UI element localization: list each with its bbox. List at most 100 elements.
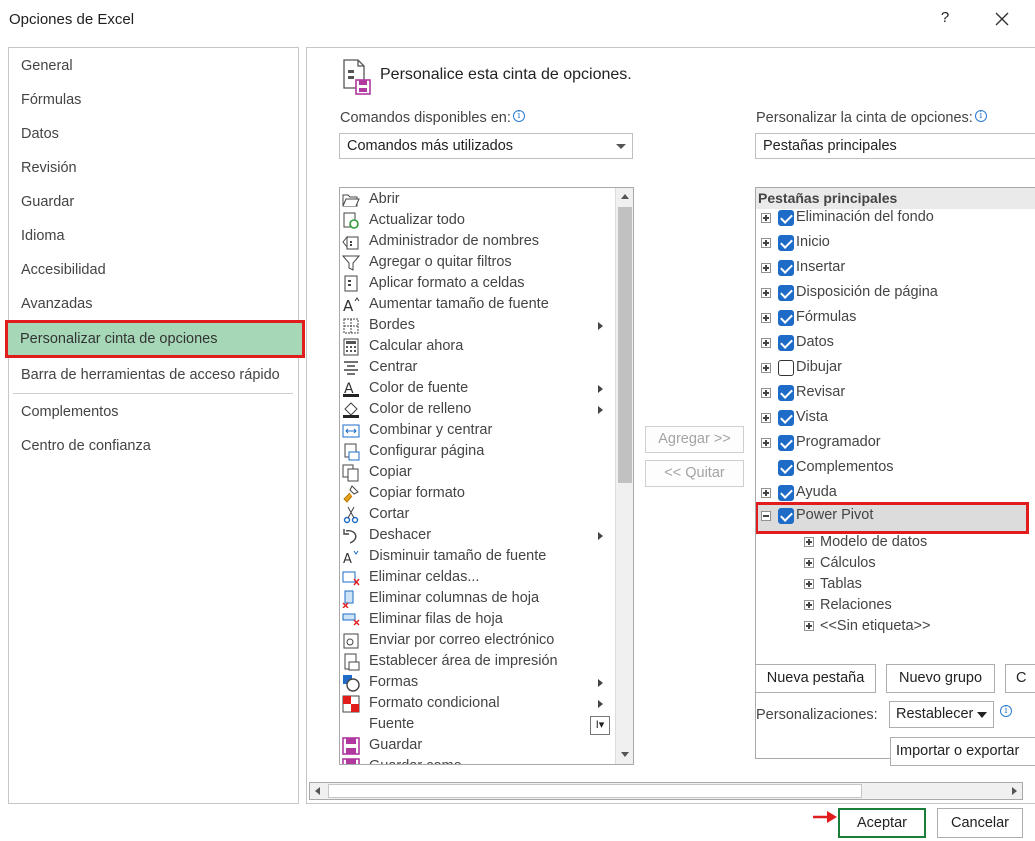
command-item[interactable]: Deshacer	[340, 526, 612, 547]
checkbox-unchecked[interactable]	[778, 360, 794, 376]
expand-icon[interactable]	[804, 600, 814, 610]
tree-tab-item[interactable]: Inicio	[756, 232, 1035, 256]
commands-source-select[interactable]: Comandos más utilizados	[339, 133, 633, 159]
scroll-down-arrow[interactable]	[617, 747, 633, 763]
ok-button[interactable]: Aceptar	[838, 808, 926, 838]
expand-icon[interactable]	[761, 338, 771, 348]
checkbox-checked[interactable]	[778, 485, 794, 501]
tree-tab-item[interactable]: Dibujar	[756, 357, 1035, 381]
rename-button[interactable]: C	[1005, 664, 1035, 693]
expand-icon[interactable]	[761, 213, 771, 223]
command-item[interactable]: Administrador de nombres	[340, 232, 612, 253]
scroll-up-arrow[interactable]	[617, 189, 633, 205]
checkbox-checked[interactable]	[778, 435, 794, 451]
nav-item-addins[interactable]: Complementos	[9, 395, 298, 429]
checkbox-checked[interactable]	[778, 410, 794, 426]
tree-tab-item[interactable]: Disposición de página	[756, 282, 1035, 306]
command-item[interactable]: Cortar	[340, 505, 612, 526]
command-item[interactable]: A Disminuir tamaño de fuente	[340, 547, 612, 568]
panel-horizontal-scrollbar[interactable]	[309, 782, 1023, 800]
ribbon-tabs-select[interactable]: Pestañas principales	[755, 133, 1035, 159]
commands-scrollbar[interactable]	[615, 188, 633, 764]
command-item[interactable]: Eliminar filas de hoja	[340, 610, 612, 631]
command-item[interactable]: Enviar por correo electrónico	[340, 631, 612, 652]
expand-icon[interactable]	[804, 537, 814, 547]
checkbox-checked[interactable]	[778, 385, 794, 401]
checkbox-checked[interactable]	[778, 310, 794, 326]
command-item[interactable]: Formas	[340, 673, 612, 694]
command-item[interactable]: Aplicar formato a celdas	[340, 274, 612, 295]
command-item[interactable]: A Aumentar tamaño de fuente	[340, 295, 612, 316]
command-item[interactable]: Agregar o quitar filtros	[340, 253, 612, 274]
command-item[interactable]: Abrir	[340, 190, 612, 211]
tree-tab-item[interactable]: Programador	[756, 432, 1035, 456]
command-item[interactable]: Formato condicional	[340, 694, 612, 715]
scroll-right-arrow[interactable]	[1006, 783, 1022, 799]
command-item[interactable]: A Color de fuente	[340, 379, 612, 400]
expand-icon[interactable]	[761, 388, 771, 398]
command-item[interactable]: Actualizar todo	[340, 211, 612, 232]
new-group-button[interactable]: Nuevo grupo	[886, 664, 995, 693]
tree-tab-item[interactable]: Revisar	[756, 382, 1035, 406]
info-icon[interactable]: i	[512, 110, 525, 122]
expand-icon[interactable]	[761, 488, 771, 498]
add-button[interactable]: Agregar >>	[645, 426, 744, 453]
nav-item-language[interactable]: Idioma	[9, 219, 298, 253]
checkbox-checked[interactable]	[778, 210, 794, 226]
checkbox-checked[interactable]	[778, 260, 794, 276]
checkbox-checked[interactable]	[778, 235, 794, 251]
expand-icon[interactable]	[804, 621, 814, 631]
command-item[interactable]: Color de relleno	[340, 400, 612, 421]
command-item[interactable]: Establecer área de impresión	[340, 652, 612, 673]
tree-tab-item[interactable]: Eliminación del fondo	[756, 207, 1035, 231]
command-item[interactable]: Centrar	[340, 358, 612, 379]
nav-item-accessibility[interactable]: Accesibilidad	[9, 253, 298, 287]
expand-icon[interactable]	[761, 238, 771, 248]
commands-list[interactable]: Abrir Actualizar todo Administrador de nom…	[339, 187, 634, 765]
tree-tab-item[interactable]: Vista	[756, 407, 1035, 431]
scroll-left-arrow[interactable]	[310, 783, 326, 799]
command-item[interactable]: Guardar como	[340, 757, 612, 764]
expand-icon[interactable]	[761, 263, 771, 273]
nav-item-trust-center[interactable]: Centro de confianza	[9, 429, 298, 463]
expand-icon[interactable]	[761, 413, 771, 423]
help-button[interactable]: ?	[935, 9, 955, 29]
expand-icon[interactable]	[761, 313, 771, 323]
tree-tab-item[interactable]: Power Pivot	[756, 502, 1029, 534]
nav-item-save[interactable]: Guardar	[9, 185, 298, 219]
tree-tab-item[interactable]: Ayuda	[756, 482, 1035, 506]
command-item[interactable]: Fuente I▾	[340, 715, 612, 736]
command-item[interactable]: Bordes	[340, 316, 612, 337]
nav-item-advanced[interactable]: Avanzadas	[9, 287, 298, 321]
nav-item-data[interactable]: Datos	[9, 117, 298, 151]
checkbox-checked[interactable]	[778, 508, 794, 524]
scroll-thumb[interactable]	[618, 207, 632, 483]
checkbox-checked[interactable]	[778, 460, 794, 476]
tree-group-item[interactable]: <<Sin etiqueta>>	[756, 618, 1035, 642]
command-item[interactable]: Eliminar columnas de hoja	[340, 589, 612, 610]
checkbox-checked[interactable]	[778, 335, 794, 351]
reset-dropdown-button[interactable]: Restablecer	[889, 701, 994, 728]
expand-icon[interactable]	[804, 558, 814, 568]
command-item[interactable]: Copiar formato	[340, 484, 612, 505]
expand-icon[interactable]	[804, 579, 814, 589]
nav-item-quick-access-toolbar[interactable]: Barra de herramientas de acceso rápido	[9, 358, 298, 392]
horizontal-scroll-thumb[interactable]	[328, 784, 862, 798]
tree-tab-item[interactable]: Datos	[756, 332, 1035, 356]
command-item[interactable]: Copiar	[340, 463, 612, 484]
command-item[interactable]: Calcular ahora	[340, 337, 612, 358]
command-item[interactable]: Configurar página	[340, 442, 612, 463]
tree-tab-item[interactable]: Complementos	[756, 457, 1035, 481]
nav-item-review[interactable]: Revisión	[9, 151, 298, 185]
command-item[interactable]: Eliminar celdas...	[340, 568, 612, 589]
checkbox-checked[interactable]	[778, 285, 794, 301]
nav-item-customize-ribbon[interactable]: Personalizar cinta de opciones	[5, 320, 305, 358]
info-icon[interactable]: i	[974, 110, 987, 122]
tree-tab-item[interactable]: Fórmulas	[756, 307, 1035, 331]
tree-tab-item[interactable]: Insertar	[756, 257, 1035, 281]
command-item[interactable]: Combinar y centrar	[340, 421, 612, 442]
expand-icon[interactable]	[761, 363, 771, 373]
expand-icon[interactable]	[761, 438, 771, 448]
import-export-button[interactable]: Importar o exportar	[890, 737, 1035, 766]
cancel-button[interactable]: Cancelar	[937, 808, 1023, 838]
